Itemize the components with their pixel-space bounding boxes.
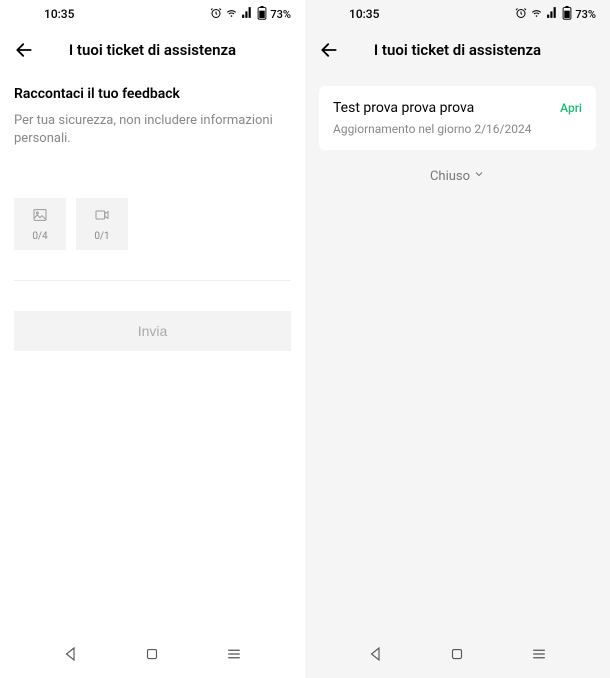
content-area: Raccontaci il tuo feedback Per tua sicur… — [0, 72, 305, 634]
status-bar: 10:35 73% — [0, 0, 305, 28]
video-icon — [92, 207, 112, 227]
ticket-status-badge: Apri — [560, 101, 582, 115]
nav-back-icon[interactable] — [62, 645, 80, 667]
signal-icon — [241, 6, 254, 22]
nav-home-icon[interactable] — [143, 645, 161, 667]
battery-icon — [257, 6, 267, 23]
battery-percent: 73% — [270, 8, 291, 21]
closed-toggle[interactable]: Chiuso — [319, 168, 596, 184]
nav-recent-icon[interactable] — [530, 645, 548, 667]
page-title: I tuoi ticket di assistenza — [341, 41, 574, 59]
back-button[interactable] — [12, 38, 36, 62]
alarm-icon — [515, 7, 527, 22]
feedback-helper: Per tua sicurezza, non includere informa… — [14, 112, 291, 148]
battery-icon — [562, 6, 572, 23]
wifi-icon — [225, 6, 238, 22]
chevron-down-icon — [473, 168, 485, 184]
phone-left: 10:35 73% I tuoi ticket di assistenza Ra… — [0, 0, 305, 678]
phone-right: 10:35 73% I tuoi ticket di assistenza — [305, 0, 610, 678]
ticket-card[interactable]: Test prova prova prova Apri Aggiornament… — [319, 86, 596, 150]
signal-icon — [546, 6, 559, 22]
alarm-icon — [210, 7, 222, 22]
status-indicators: 73% — [515, 6, 596, 23]
submit-button[interactable]: Invia — [14, 311, 291, 351]
nav-recent-icon[interactable] — [225, 645, 243, 667]
ticket-update-text: Aggiornamento nel giorno 2/16/2024 — [333, 122, 582, 136]
page-title: I tuoi ticket di assistenza — [36, 41, 269, 59]
system-nav — [0, 634, 305, 678]
status-time: 10:35 — [319, 7, 379, 21]
nav-home-icon[interactable] — [448, 645, 466, 667]
divider — [14, 280, 291, 281]
ticket-header: Test prova prova prova Apri — [333, 100, 582, 116]
app-header: I tuoi ticket di assistenza — [0, 28, 305, 72]
battery-percent: 73% — [575, 8, 596, 21]
video-count: 0/1 — [94, 231, 109, 242]
upload-row: 0/4 0/1 — [14, 198, 291, 250]
status-bar: 10:35 73% — [305, 0, 610, 28]
image-count: 0/4 — [32, 231, 47, 242]
image-icon — [30, 207, 50, 227]
content-area: Test prova prova prova Apri Aggiornament… — [305, 72, 610, 634]
app-header: I tuoi ticket di assistenza — [305, 28, 610, 72]
upload-video-button[interactable]: 0/1 — [76, 198, 128, 250]
back-button[interactable] — [317, 38, 341, 62]
wifi-icon — [530, 6, 543, 22]
nav-back-icon[interactable] — [367, 645, 385, 667]
upload-image-button[interactable]: 0/4 — [14, 198, 66, 250]
status-time: 10:35 — [14, 7, 74, 21]
closed-label: Chiuso — [430, 169, 470, 184]
feedback-title: Raccontaci il tuo feedback — [14, 86, 291, 102]
system-nav — [305, 634, 610, 678]
status-indicators: 73% — [210, 6, 291, 23]
ticket-title: Test prova prova prova — [333, 100, 474, 116]
